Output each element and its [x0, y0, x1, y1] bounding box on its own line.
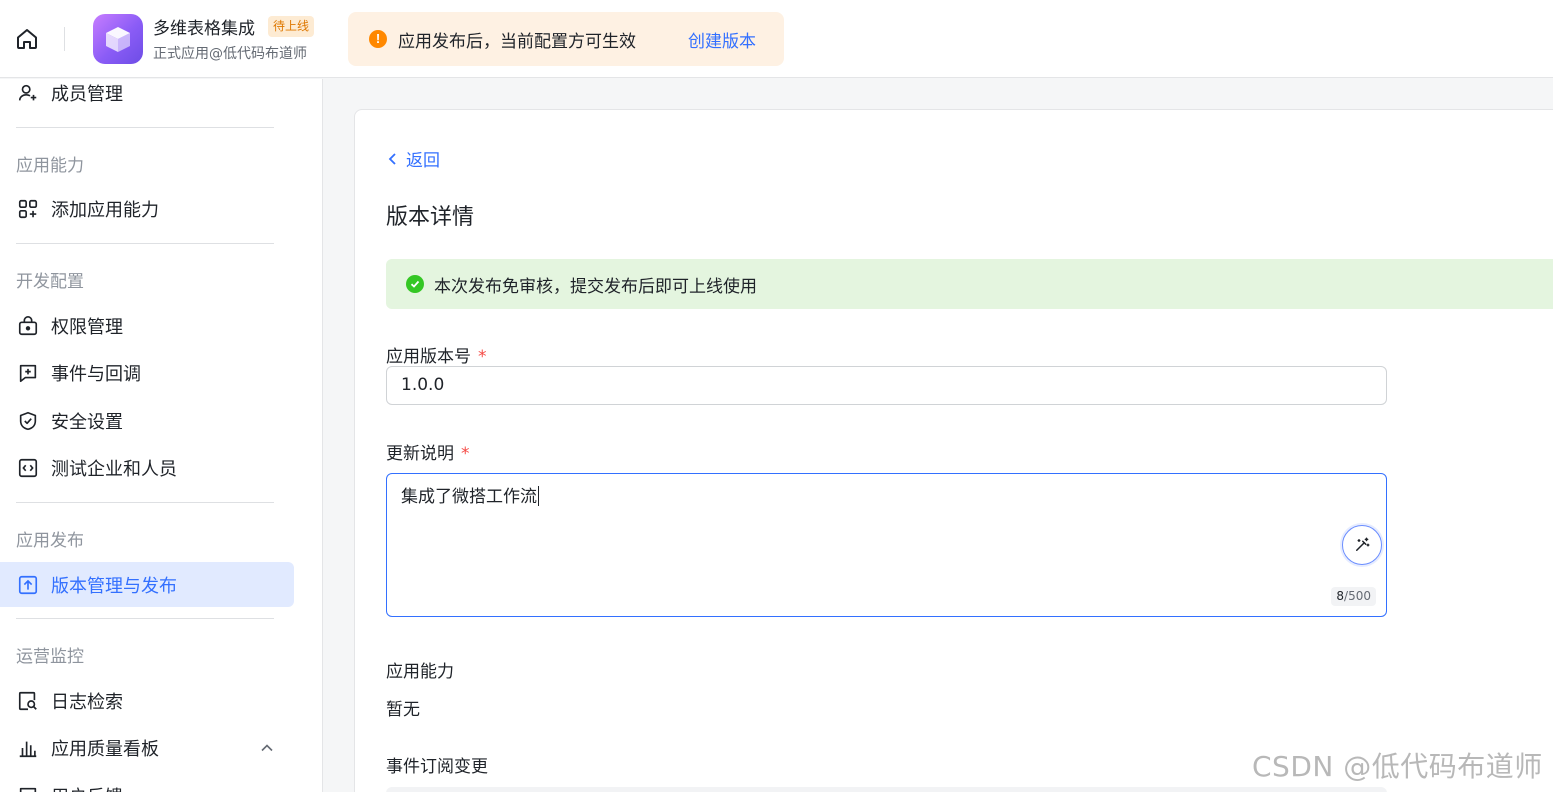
divider: [16, 618, 274, 619]
sidebar-item-security[interactable]: 安全设置: [0, 398, 294, 443]
publish-notice: ! 应用发布后，当前配置方可生效 创建版本: [348, 12, 784, 66]
divider: [16, 502, 274, 503]
success-banner: 本次发布免审核，提交发布后即可上线使用: [386, 259, 1553, 309]
warning-icon: !: [369, 30, 387, 48]
section-app-publish: 应用发布: [16, 531, 84, 551]
event-table-top: [386, 787, 1387, 792]
update-notes-textarea[interactable]: 集成了微搭工作流 8/500: [386, 473, 1387, 617]
back-link[interactable]: 返回: [386, 146, 440, 171]
required-mark: *: [461, 444, 470, 464]
person-add-icon: [16, 81, 40, 105]
divider: [64, 27, 65, 51]
code-square-icon: [16, 456, 40, 480]
chevron-left-icon: [388, 152, 396, 165]
home-icon[interactable]: [12, 24, 42, 54]
capability-value: 暂无: [386, 700, 420, 720]
notes-label: 更新说明 *: [386, 444, 470, 464]
back-label: 返回: [406, 151, 440, 171]
event-subscription-label: 事件订阅变更: [386, 757, 488, 777]
sidebar-item-label: 测试企业和人员: [51, 458, 177, 480]
sidebar-item-version-publish[interactable]: 版本管理与发布: [0, 562, 294, 607]
section-ops-monitor: 运营监控: [16, 647, 84, 667]
sidebar-item-label: 事件与回调: [51, 363, 141, 385]
feedback-icon: [16, 784, 40, 792]
top-bar: 多维表格集成 待上线 正式应用@低代码布道师 ! 应用发布后，当前配置方可生效 …: [0, 0, 1553, 78]
watermark: CSDN @低代码布道师: [1252, 750, 1543, 783]
app-logo: [93, 14, 143, 64]
sidebar-item-label: 成员管理: [51, 83, 123, 105]
section-dev-config: 开发配置: [16, 272, 84, 292]
sidebar-item-label: 添加应用能力: [51, 199, 159, 221]
search-doc-icon: [16, 689, 40, 713]
bar-chart-icon: [16, 736, 40, 760]
sidebar-item-members[interactable]: 成员管理: [0, 79, 294, 115]
chevron-up-icon[interactable]: [257, 738, 277, 758]
sidebar-item-feedback[interactable]: 用户反馈: [0, 773, 294, 792]
sidebar-item-quality-board[interactable]: 应用质量看板: [0, 725, 294, 770]
sidebar-item-log-search[interactable]: 日志检索: [0, 678, 294, 723]
lock-bag-icon: [16, 314, 40, 338]
required-mark: *: [478, 347, 487, 367]
page-title: 版本详情: [386, 205, 475, 230]
sidebar-item-permissions[interactable]: 权限管理: [0, 303, 294, 348]
sidebar-item-events[interactable]: 事件与回调: [0, 350, 294, 395]
sidebar-item-label: 版本管理与发布: [51, 575, 177, 597]
check-circle-icon: [406, 275, 424, 293]
ai-magic-wand-icon[interactable]: [1342, 525, 1382, 565]
create-version-link[interactable]: 创建版本: [688, 27, 756, 52]
upload-square-icon: [16, 573, 40, 597]
sidebar-item-add-capability[interactable]: 添加应用能力: [0, 186, 294, 231]
version-detail-panel: 返回 版本详情 本次发布免审核，提交发布后即可上线使用 应用版本号 * 1.0.0…: [354, 109, 1553, 792]
plus-square-icon: [16, 361, 40, 385]
apps-add-icon: [16, 197, 40, 221]
sidebar-item-label: 应用质量看板: [51, 738, 159, 760]
app-subtitle: 正式应用@低代码布道师: [153, 46, 307, 62]
capability-label: 应用能力: [386, 662, 454, 682]
notes-text: 集成了微搭工作流: [401, 486, 539, 507]
char-counter: 8/500: [1331, 587, 1376, 606]
sidebar: 成员管理 应用能力 添加应用能力 开发配置 权限管理 事件与回调 安全设置 测试…: [0, 79, 323, 792]
divider: [16, 127, 274, 128]
sidebar-item-test-org[interactable]: 测试企业和人员: [0, 445, 294, 490]
sidebar-item-label: 安全设置: [51, 411, 123, 433]
divider: [16, 243, 274, 244]
shield-check-icon: [16, 409, 40, 433]
sidebar-item-label: 日志检索: [51, 691, 123, 713]
app-name: 多维表格集成: [153, 19, 255, 39]
sidebar-item-label: 用户反馈: [51, 783, 123, 792]
status-badge: 待上线: [268, 16, 315, 37]
section-app-capability: 应用能力: [16, 156, 84, 176]
version-input[interactable]: 1.0.0: [386, 366, 1387, 405]
notice-text: 应用发布后，当前配置方可生效: [398, 32, 636, 52]
sidebar-item-label: 权限管理: [51, 316, 123, 338]
success-text: 本次发布免审核，提交发布后即可上线使用: [434, 276, 757, 297]
text-caret: [538, 486, 539, 506]
version-label: 应用版本号 *: [386, 347, 487, 367]
